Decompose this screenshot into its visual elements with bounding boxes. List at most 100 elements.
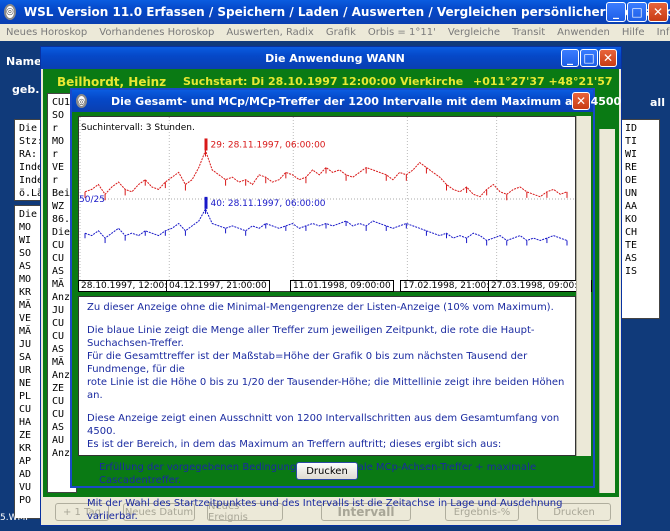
wann-list-line: VE r bbox=[52, 162, 65, 186]
dialog-title-bar[interactable]: ◎ Die Gesamt- und MCp/MCp-Treffer der 12… bbox=[72, 90, 621, 112]
menu-transit[interactable]: Transit bbox=[512, 27, 545, 38]
main-title-bar[interactable]: ◎ WSL Version 11.0 Erfassen / Speichern … bbox=[0, 0, 670, 24]
left-list-line: UR bbox=[19, 365, 32, 376]
info-text-box: Zu dieser Anzeige ohne die Minimal-Menge… bbox=[78, 296, 576, 522]
wann-scrollbar[interactable] bbox=[599, 129, 615, 493]
wann-header-coords: +011°27'37 +48°21'57 bbox=[473, 75, 613, 88]
wann-list-line: MÄ bbox=[52, 279, 65, 290]
dialog-scrollbar[interactable] bbox=[576, 116, 591, 456]
menu-hilfe[interactable]: Hilfe bbox=[622, 27, 645, 38]
left-list-line: JU bbox=[19, 339, 32, 350]
main-minimize-button[interactable]: _ bbox=[606, 2, 626, 22]
left-list-line: KR bbox=[19, 287, 32, 298]
left-info-line: Inde bbox=[19, 175, 42, 186]
wmf-label: 5.WMF bbox=[0, 513, 31, 523]
mid-label: 50/25 bbox=[79, 195, 105, 205]
left-list-line: AD bbox=[19, 469, 32, 480]
menu-grafik[interactable]: Grafik bbox=[326, 27, 356, 38]
info-line: Diese Anzeige zeigt einen Ausschnitt von… bbox=[87, 413, 560, 437]
left-list-line: MÄ bbox=[19, 326, 32, 337]
info-line: Die blaue Linie zeigt die Menge aller Tr… bbox=[87, 325, 535, 349]
x-tick-label: 04.12.1997, 21:00:00 bbox=[166, 280, 270, 292]
right-list-line: TE bbox=[625, 240, 638, 251]
wann-list-line: CU bbox=[52, 396, 65, 407]
wann-minimize-button[interactable]: _ bbox=[561, 49, 579, 67]
menu-vorhandenes-horoskop[interactable]: Vorhandenes Horoskop bbox=[99, 27, 214, 38]
menu-neues-horoskop[interactable]: Neues Horoskop bbox=[6, 27, 87, 38]
wann-close-button[interactable]: ✕ bbox=[599, 49, 617, 67]
wann-header-name: Beilhordt, Heinz bbox=[57, 75, 167, 89]
wann-maximize-button[interactable]: □ bbox=[580, 49, 598, 67]
dialog-close-button[interactable]: ✕ bbox=[572, 92, 590, 110]
wann-list-line: 86. bbox=[52, 214, 71, 225]
menu-bar: Neues Horoskop Vorhandenes Horoskop Ausw… bbox=[0, 24, 670, 41]
info-line: Für die Gesamttreffer ist der Maßstab=Hö… bbox=[87, 351, 528, 375]
right-list-line: WI bbox=[625, 149, 638, 160]
plot-svg: 50/25 29: 28.11.1997, 06:00:00 40: 28.11.1… bbox=[79, 117, 575, 291]
left-aspect-list: Die MO WI SO AS MO KR MÄ VE MÄ JU SA UR … bbox=[14, 205, 42, 519]
left-list-line: MO bbox=[19, 222, 32, 233]
right-list-line: IS bbox=[625, 266, 638, 277]
red-peak-marker bbox=[204, 138, 208, 151]
x-tick-label: 11.01.1998, 09:00:00 bbox=[290, 280, 394, 292]
wann-list-line: AS bbox=[52, 344, 65, 355]
wann-list-line: Anz bbox=[52, 448, 71, 459]
wann-list-line: AS bbox=[52, 422, 65, 433]
left-list-line: AS bbox=[19, 261, 32, 272]
right-list-line: KO bbox=[625, 214, 638, 225]
left-list-line: SO bbox=[19, 248, 32, 259]
dialog-print-button[interactable]: Drucken bbox=[296, 462, 358, 480]
menu-orbis[interactable]: Orbis = 1°11' bbox=[368, 27, 436, 38]
red-series-line bbox=[84, 149, 568, 198]
left-list-line: ZE bbox=[19, 430, 32, 441]
left-list-line: MÄ bbox=[19, 300, 32, 311]
menu-info[interactable]: Info bbox=[657, 27, 670, 38]
left-list-line: VE bbox=[19, 313, 32, 324]
hits-plot: Suchintervall: 3 Stunden. 50/25 29: 28.11… bbox=[78, 116, 576, 292]
geb-label: geb. bbox=[12, 83, 40, 96]
wann-list-line: Anz bbox=[52, 370, 71, 381]
left-list-line: HA bbox=[19, 417, 32, 428]
left-info-line: Stz: bbox=[19, 136, 42, 147]
menu-auswerten-radix[interactable]: Auswerten, Radix bbox=[226, 27, 314, 38]
right-list-line: CH bbox=[625, 227, 638, 238]
main-close-button[interactable]: ✕ bbox=[648, 2, 668, 22]
left-list-line: AP bbox=[19, 456, 32, 467]
right-list-line: ID bbox=[625, 123, 638, 134]
left-info-line: ö.Lä bbox=[19, 188, 42, 199]
wann-list-line: Die bbox=[52, 227, 71, 238]
left-list-line: NE bbox=[19, 378, 32, 389]
name-label: Name bbox=[6, 55, 42, 68]
left-info-line: Inde bbox=[19, 162, 42, 173]
wann-list-line: MO r bbox=[52, 136, 65, 160]
left-list-line: PO bbox=[19, 495, 32, 506]
main-maximize-button[interactable]: □ bbox=[627, 2, 647, 22]
dialog-app-icon: ◎ bbox=[76, 94, 87, 108]
left-info-line: Die bbox=[19, 123, 38, 134]
red-peak-annotation: 29: 28.11.1997, 06:00:00 bbox=[211, 140, 326, 150]
wann-list-line: MÄ bbox=[52, 357, 65, 368]
right-list-line: UN bbox=[625, 188, 638, 199]
blue-peak-annotation: 40: 28.11.1997, 06:00:00 bbox=[211, 199, 326, 209]
left-list-line: VU bbox=[19, 482, 32, 493]
wann-list-line: Anz bbox=[52, 292, 71, 303]
info-line: rote Linie ist die Höhe 0 bis zu 1/20 de… bbox=[87, 377, 565, 401]
right-list-panel: ID TI WI RE OE UN AA KO CH TE AS IS bbox=[620, 119, 660, 319]
wann-list-line: CU bbox=[52, 331, 65, 342]
left-info-line: RA: bbox=[19, 149, 38, 160]
wann-list-line: SO r bbox=[52, 110, 65, 134]
wann-list-line: ZE bbox=[52, 383, 65, 394]
menu-vergleiche[interactable]: Vergleiche bbox=[448, 27, 500, 38]
wann-title-bar[interactable]: Die Anwendung WANN bbox=[41, 47, 621, 69]
info-line: Es ist der Bereich, in dem das Maximum a… bbox=[87, 439, 502, 450]
wann-list-line: JU bbox=[52, 305, 65, 316]
blue-peak-marker bbox=[204, 196, 208, 209]
left-info-panel: Die Stz: RA: Inde Inde ö.Lä bbox=[14, 119, 42, 201]
left-list-line: PL bbox=[19, 391, 32, 402]
wann-header-suchstart: Suchstart: Di 28.10.1997 12:00:00 Vierki… bbox=[183, 75, 464, 88]
wann-list-line: CU bbox=[52, 240, 65, 251]
menu-anwenden[interactable]: Anwenden bbox=[557, 27, 610, 38]
right-list-line: OE bbox=[625, 175, 638, 186]
left-list-line: SA bbox=[19, 352, 32, 363]
wann-list-line: CU bbox=[52, 253, 65, 264]
